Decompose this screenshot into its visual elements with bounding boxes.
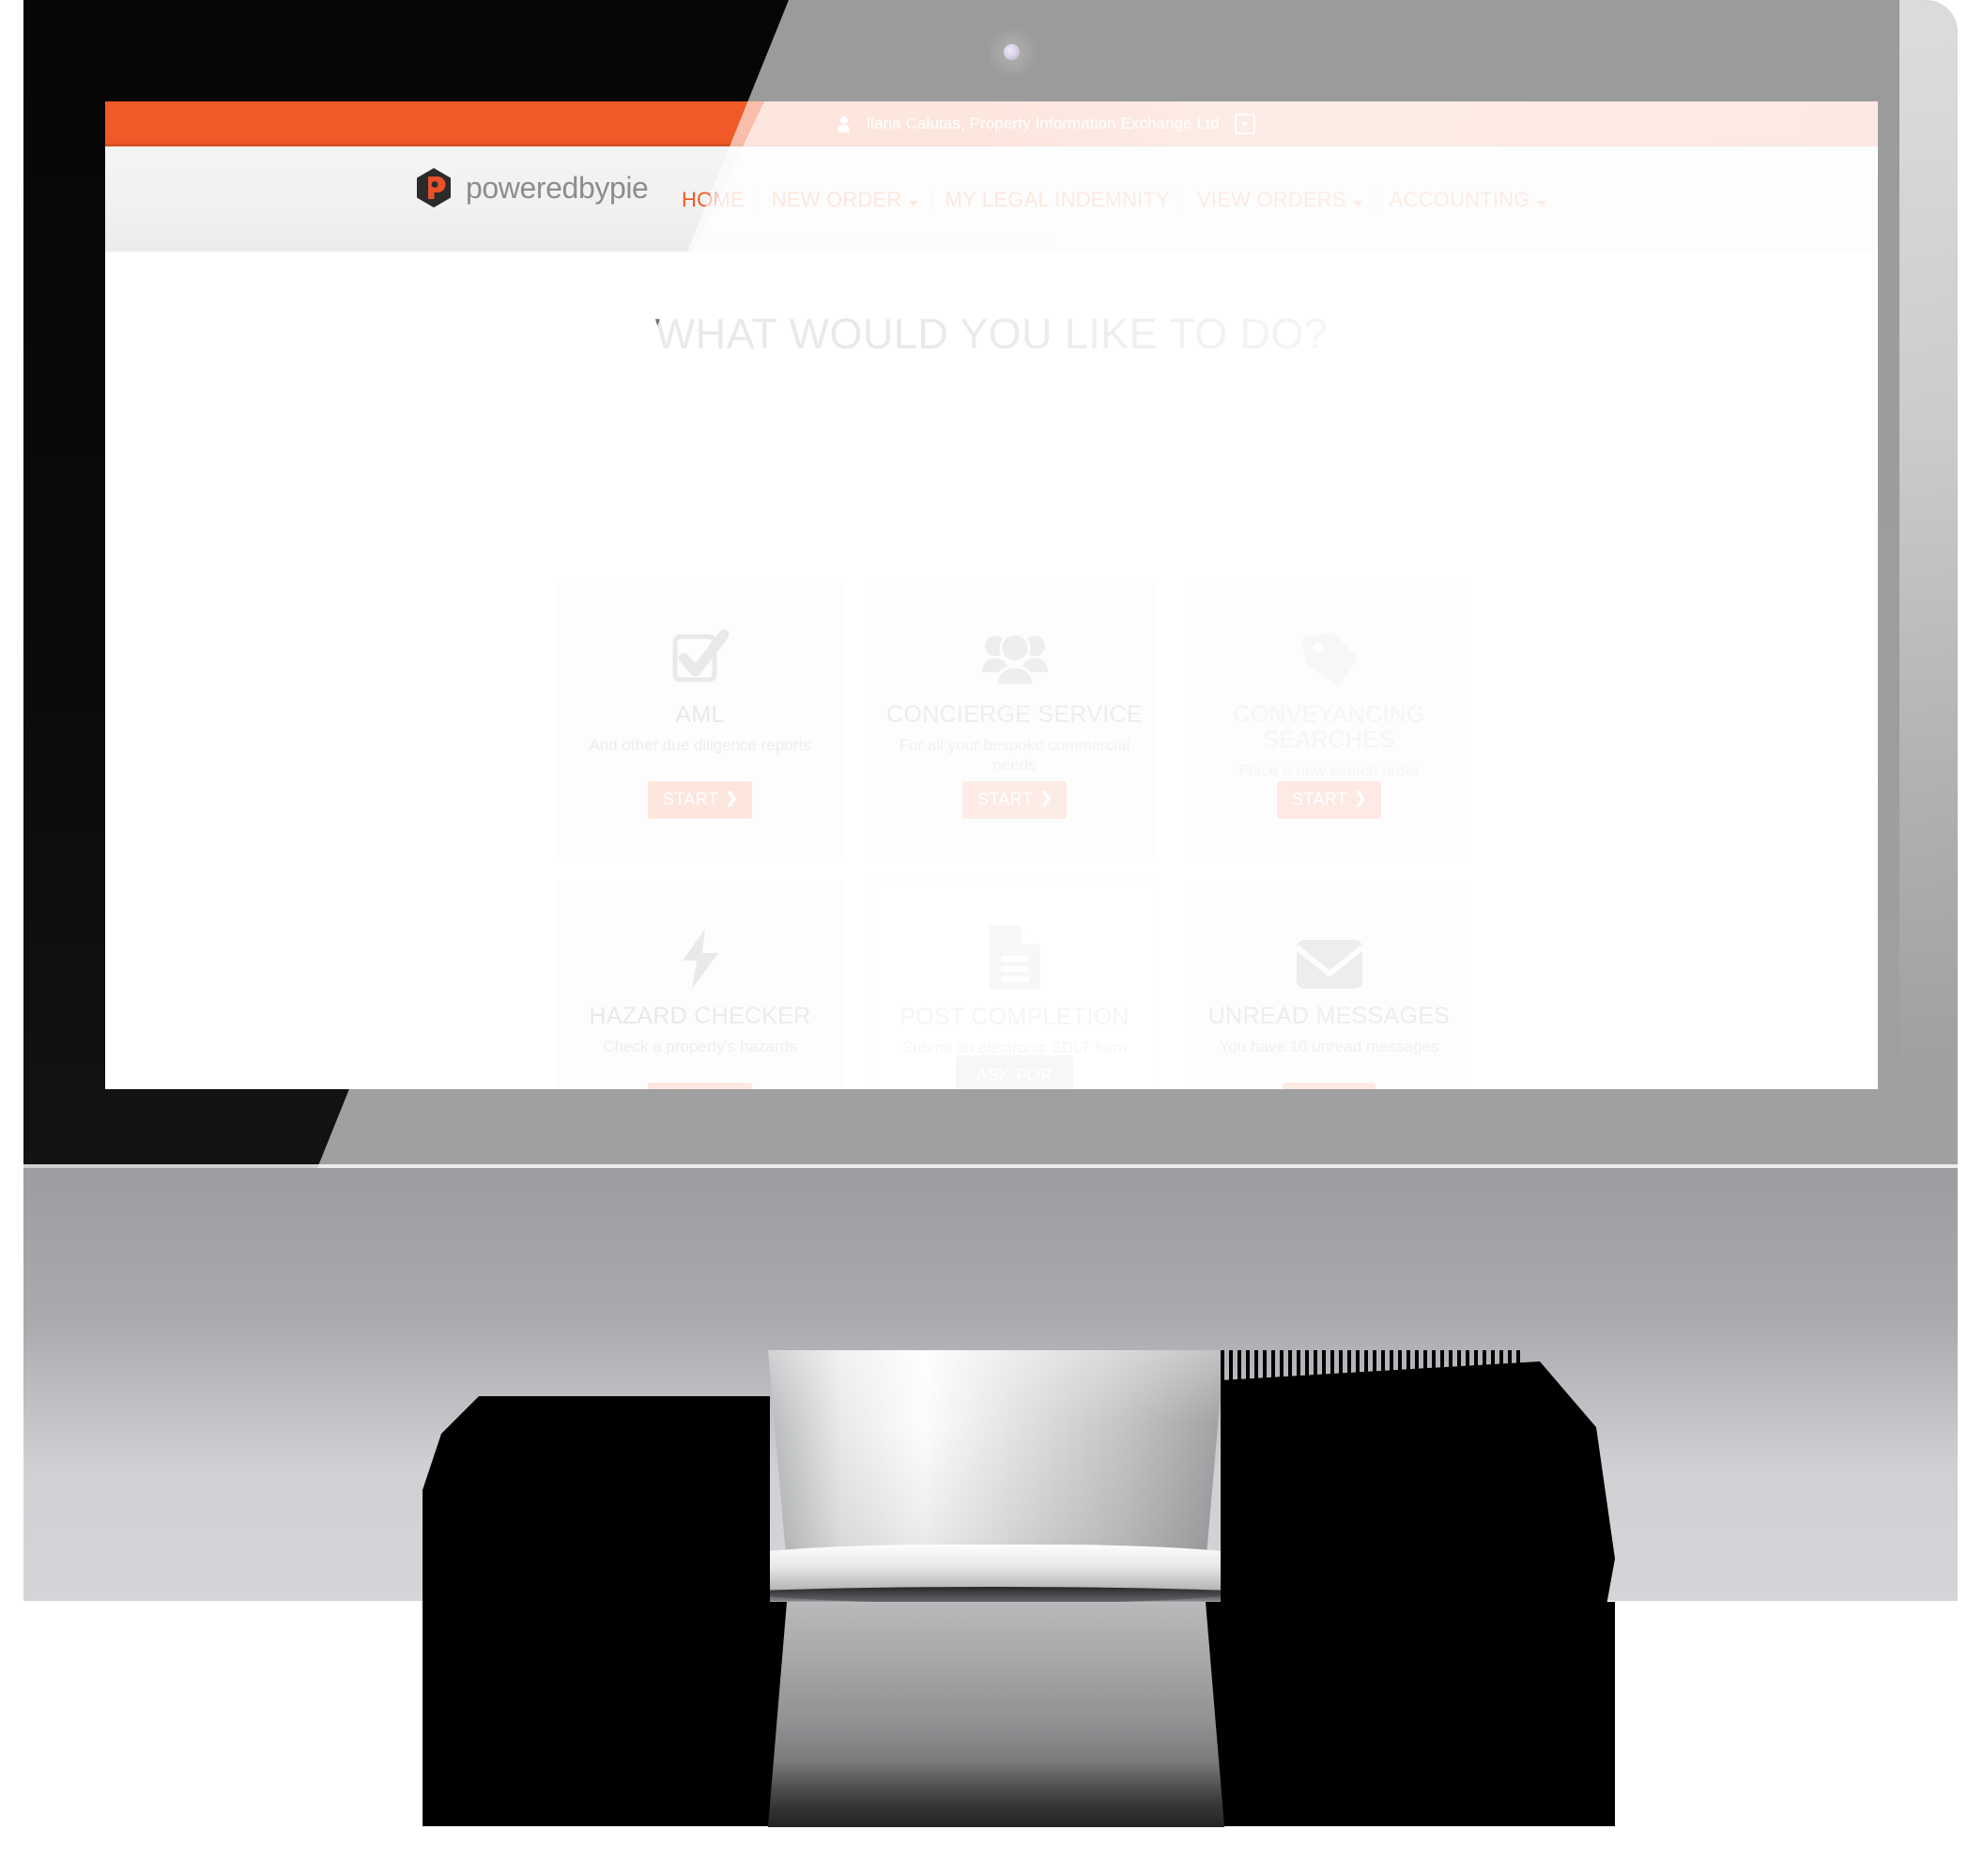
nav-label: MY LEGAL INDEMNITY	[945, 188, 1171, 211]
button-label: START	[662, 790, 719, 808]
desk-seam	[23, 1164, 1958, 1168]
nav-links: HOME NEW ORDER MY LEGAL INDEMNITY VIEW O…	[669, 188, 1560, 212]
card-concierge-service[interactable]: CONCIERGE SERVICE For all your bespoke c…	[871, 578, 1158, 856]
nav-label: HOME	[682, 188, 745, 211]
nav-label: NEW ORDER	[771, 188, 902, 211]
nav-item-view-orders[interactable]: VIEW ORDERS	[1184, 188, 1376, 212]
card-subtitle: You have 10 unread messages	[1219, 1038, 1439, 1055]
card-title: UNREAD MESSAGES	[1207, 1003, 1451, 1029]
lightning-bolt-icon	[677, 904, 724, 991]
card-subtitle: Submit an electronic SDLT form	[901, 1038, 1128, 1056]
chevron-right-icon: ❯	[725, 790, 739, 807]
hexagon-p-logo-icon	[415, 167, 453, 208]
button-label: START	[976, 790, 1034, 808]
document-lines-icon	[986, 905, 1044, 992]
card-hazard-checker[interactable]: HAZARD CHECKER Check a property's hazard…	[557, 880, 843, 1089]
user-icon	[837, 115, 851, 132]
envelope-icon	[1294, 904, 1364, 991]
button-label: ASK FOR DETAILS	[976, 1066, 1053, 1089]
nav-label: ACCOUNTING	[1389, 188, 1530, 211]
card-subtitle: Place a new search order	[1238, 761, 1420, 779]
chevron-down-icon	[1536, 201, 1546, 207]
card-title: HAZARD CHECKER	[589, 1003, 811, 1029]
browser-viewport: Ilaria Calutas, Property Information Exc…	[105, 101, 1878, 1089]
chevron-right-icon: ❯	[1039, 790, 1053, 807]
main-navbar: poweredbypie HOME NEW ORDER MY LEGAL IND…	[105, 146, 1878, 252]
chevron-right-icon: ❯	[1354, 790, 1368, 807]
card-title: CONVEYANCING SEARCHES	[1233, 701, 1425, 753]
account-name-label: Ilaria Calutas, Property Information Exc…	[866, 115, 1220, 132]
reflection-fade-mask	[768, 1602, 1224, 1827]
action-card-grid: AML And other due diligence reports STAR…	[557, 578, 1483, 1089]
card-post-completion[interactable]: POST COMPLETION Submit an electronic SDL…	[871, 880, 1158, 1089]
main-content: WHAT WOULD YOU LIKE TO DO? AML And other…	[105, 252, 1878, 1089]
start-button-hazard-checker[interactable]: START ❯	[647, 1083, 753, 1089]
brand-logo-text: poweredbypie	[466, 170, 649, 205]
card-title: CONCIERGE SERVICE	[886, 701, 1143, 728]
card-title: POST COMPLETION	[899, 1004, 1130, 1030]
nav-item-accounting[interactable]: ACCOUNTING	[1376, 188, 1560, 212]
card-subtitle: Check a property's hazards	[603, 1038, 797, 1055]
start-button-conveyancing-searches[interactable]: START ❯	[1276, 781, 1382, 819]
account-bar: Ilaria Calutas, Property Information Exc…	[105, 101, 1878, 146]
ask-for-details-button[interactable]: ASK FOR DETAILS	[955, 1055, 1074, 1089]
webcam-lens-icon	[1004, 44, 1020, 60]
nav-item-my-legal-indemnity[interactable]: MY LEGAL INDEMNITY	[932, 188, 1184, 212]
chevron-down-icon	[908, 201, 918, 207]
brand-logo[interactable]: poweredbypie	[415, 167, 649, 208]
page-title: WHAT WOULD YOU LIKE TO DO?	[105, 252, 1878, 359]
account-dropdown-button[interactable]	[1234, 114, 1255, 134]
card-aml[interactable]: AML And other due diligence reports STAR…	[557, 578, 843, 856]
start-button-aml[interactable]: START ❯	[647, 781, 753, 819]
imac-mockup-scene: Ilaria Calutas, Property Information Exc…	[0, 0, 1983, 1827]
card-subtitle: For all your bespoke commercial needs	[899, 736, 1130, 775]
button-label: START	[1291, 790, 1348, 808]
card-conveyancing-searches[interactable]: CONVEYANCING SEARCHES Place a new search…	[1186, 578, 1472, 856]
nav-item-new-order[interactable]: NEW ORDER	[759, 188, 931, 212]
card-title: AML	[675, 701, 725, 728]
people-group-icon	[980, 603, 1050, 689]
view-messages-button[interactable]: VIEW ❯	[1282, 1083, 1376, 1089]
chevron-down-icon	[1352, 201, 1362, 207]
nav-item-home[interactable]: HOME	[669, 188, 758, 212]
card-subtitle: And other due diligence reports	[589, 736, 811, 754]
start-button-concierge-service[interactable]: START ❯	[961, 781, 1068, 819]
card-unread-messages[interactable]: UNREAD MESSAGES You have 10 unread messa…	[1186, 880, 1472, 1089]
nav-label: VIEW ORDERS	[1197, 188, 1346, 211]
checkbox-tick-icon	[669, 603, 731, 689]
price-tag-icon	[1299, 603, 1360, 689]
silhouette-artifact-fringe	[1221, 1350, 1521, 1386]
